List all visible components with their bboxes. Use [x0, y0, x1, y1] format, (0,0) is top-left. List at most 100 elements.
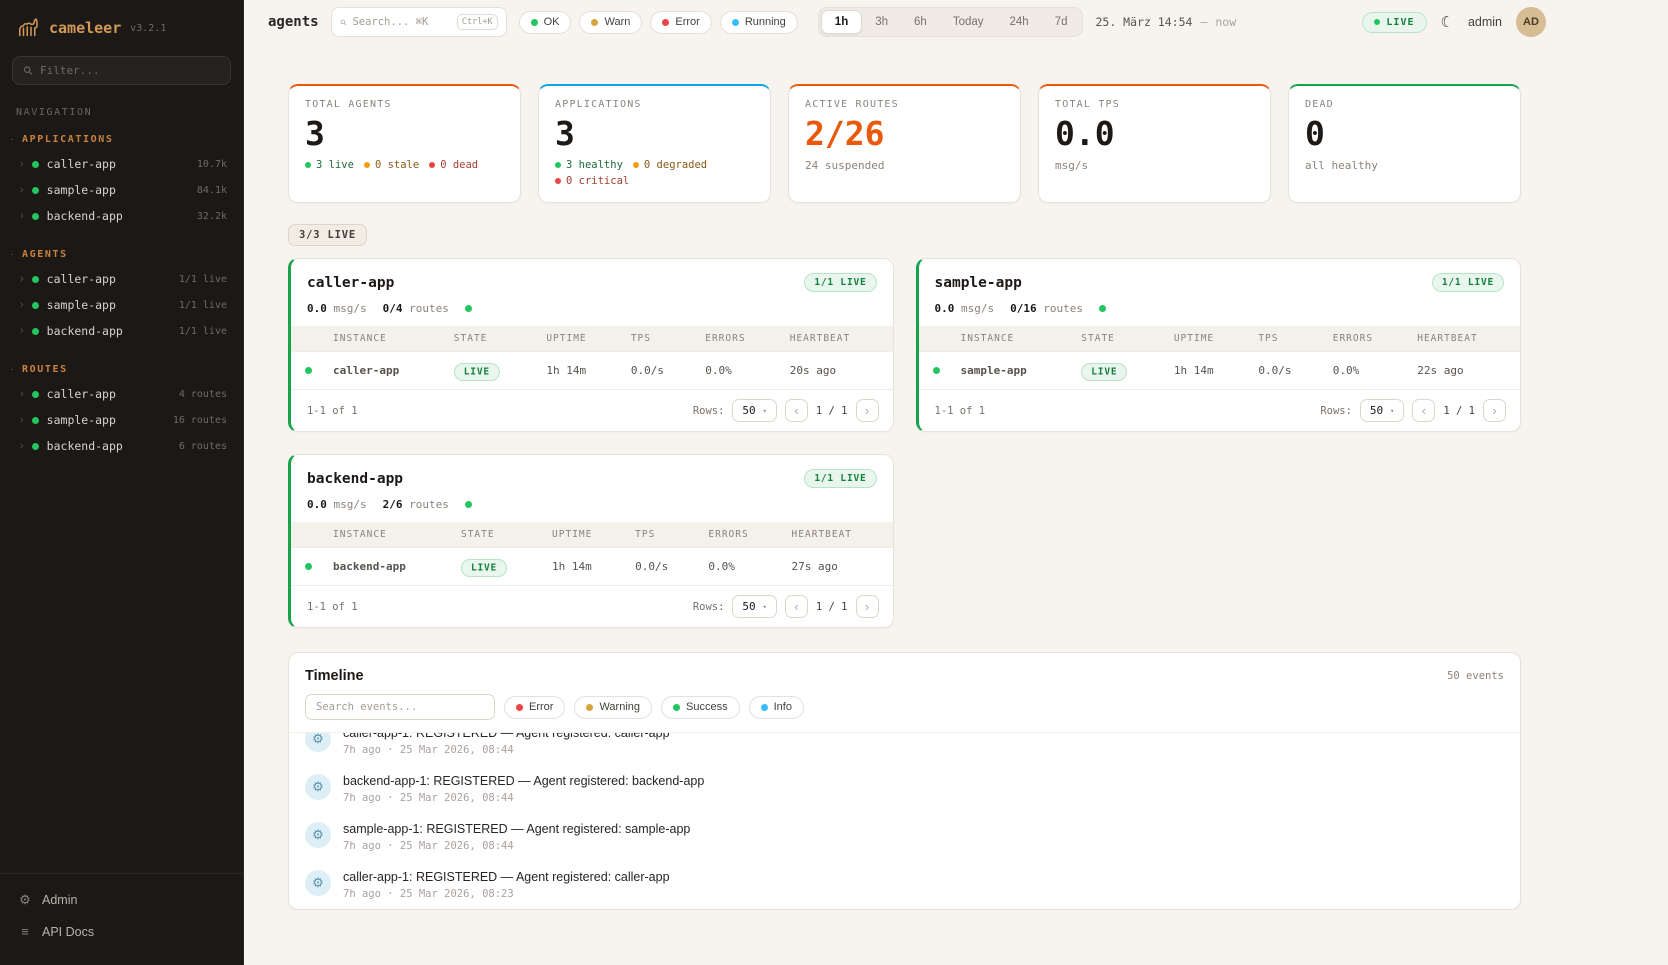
time-range-display: 25. März 14:54 — now	[1095, 15, 1236, 29]
range-end: now	[1215, 15, 1236, 29]
app-version: v3.2.1	[130, 23, 166, 34]
sidebar-item-agents-sample-app[interactable]: › sample-app 1/1 live	[0, 292, 243, 318]
filter-chip-running[interactable]: Running	[720, 11, 798, 34]
sidebar-item-routes-backend-app[interactable]: › backend-app 6 routes	[0, 433, 243, 459]
global-search-input[interactable]	[352, 16, 450, 28]
section-header-agents[interactable]: · AGENTS	[0, 245, 243, 266]
stat-card-total-tps: TOTAL TPS 0.0 msg/s	[1038, 84, 1271, 203]
section-header-applications[interactable]: · APPLICATIONS	[0, 130, 243, 151]
rows-per-page-select[interactable]: 50 ▾	[732, 399, 776, 422]
time-range-6h[interactable]: 6h	[901, 11, 940, 33]
search-icon	[23, 65, 33, 76]
tps-value: 0.0	[307, 302, 327, 315]
sidebar-filter-input[interactable]	[40, 64, 220, 77]
event-title: sample-app-1: REGISTERED — Agent registe…	[343, 822, 690, 836]
app-live-badge: 1/1 LIVE	[804, 469, 876, 488]
rows-per-page-label: Rows:	[1320, 405, 1352, 417]
status-dot	[555, 178, 561, 184]
rows-range-text: 1-1 of 1	[935, 405, 986, 417]
next-page-button[interactable]: ›	[856, 595, 879, 618]
stat-card-active-routes: ACTIVE ROUTES 2/26 24 suspended	[788, 84, 1021, 203]
timeline-filter-warning[interactable]: Warning	[574, 696, 652, 719]
global-search[interactable]: Ctrl+K	[331, 7, 507, 37]
stat-value: 3	[305, 117, 504, 150]
state-badge: LIVE	[1081, 363, 1127, 381]
uptime-cell: 1h 14m	[536, 352, 621, 390]
app-card-title[interactable]: caller-app	[307, 275, 394, 291]
tps-cell: 0.0/s	[1248, 352, 1322, 390]
timeline-event[interactable]: ⚙ sample-app-1: REGISTERED — Agent regis…	[305, 813, 1504, 861]
sidebar-item-applications-sample-app[interactable]: › sample-app 84.1k	[0, 177, 243, 203]
prev-page-button[interactable]: ‹	[785, 399, 808, 422]
timeline-filter-success[interactable]: Success	[661, 696, 740, 719]
prev-page-button[interactable]: ‹	[785, 595, 808, 618]
app-live-badge: 1/1 LIVE	[804, 273, 876, 292]
timeline-event[interactable]: ⚙ backend-app-1: REGISTERED — Agent regi…	[305, 765, 1504, 813]
rows-per-page-label: Rows:	[693, 601, 725, 613]
status-dot	[591, 19, 598, 26]
time-range-today[interactable]: Today	[940, 11, 997, 33]
instance-row[interactable]: caller-app LIVE 1h 14m 0.0/s 0.0% 20s ag…	[291, 352, 893, 390]
app-card-title[interactable]: backend-app	[307, 471, 403, 487]
rows-per-page-select[interactable]: 50 ▾	[732, 595, 776, 618]
routes-unit: routes	[409, 498, 449, 511]
sidebar-item-applications-caller-app[interactable]: › caller-app 10.7k	[0, 151, 243, 177]
time-range-1h[interactable]: 1h	[821, 10, 862, 34]
rows-per-page-value: 50	[742, 600, 755, 613]
filter-chip-warn[interactable]: Warn	[579, 11, 642, 34]
sidebar-section-applications: · APPLICATIONS › caller-app 10.7k › samp…	[0, 130, 243, 229]
time-range-7d[interactable]: 7d	[1042, 11, 1081, 33]
sidebar-item-admin[interactable]: ⚙ Admin	[0, 884, 243, 916]
filter-chip-label: Warning	[599, 701, 640, 713]
avatar[interactable]: AD	[1516, 7, 1546, 37]
sidebar-item-applications-backend-app[interactable]: › backend-app 32.2k	[0, 203, 243, 229]
timeline-events-list[interactable]: ⚙ caller-app-1: REGISTERED — Agent regis…	[289, 732, 1520, 909]
routes-unit: routes	[1043, 302, 1083, 315]
sidebar-item-label: backend-app	[47, 209, 189, 223]
health-dot	[1099, 305, 1106, 312]
instances-table: INSTANCE STATE UPTIME TPS ERRORS HEARTBE…	[919, 326, 1521, 389]
sidebar-item-badge: 4 routes	[179, 389, 227, 400]
column-header: INSTANCE	[323, 522, 451, 548]
status-dot	[555, 162, 561, 168]
sidebar-filter[interactable]	[12, 56, 231, 85]
sidebar-item-label: sample-app	[47, 413, 165, 427]
timeline-filter-info[interactable]: Info	[749, 696, 804, 719]
chevron-right-icon: ›	[20, 274, 24, 285]
sidebar-item-api-docs[interactable]: ≡ API Docs	[0, 916, 243, 947]
sidebar-item-label: sample-app	[47, 183, 189, 197]
dark-mode-toggle[interactable]: ☾	[1441, 15, 1454, 30]
instance-row[interactable]: backend-app LIVE 1h 14m 0.0/s 0.0% 27s a…	[291, 548, 893, 586]
sidebar-item-routes-sample-app[interactable]: › sample-app 16 routes	[0, 407, 243, 433]
rows-per-page-select[interactable]: 50 ▾	[1360, 399, 1404, 422]
sidebar-item-label: caller-app	[47, 272, 171, 286]
sidebar-item-agents-caller-app[interactable]: › caller-app 1/1 live	[0, 266, 243, 292]
timeline-event[interactable]: ⚙ caller-app-1: REGISTERED — Agent regis…	[305, 861, 1504, 909]
next-page-button[interactable]: ›	[1483, 399, 1506, 422]
next-page-button[interactable]: ›	[856, 399, 879, 422]
filter-chip-error[interactable]: Error	[650, 11, 711, 34]
timeline-filter-error[interactable]: Error	[504, 696, 565, 719]
username: admin	[1468, 15, 1502, 29]
app-card-stats: 0.0 msg/s 0/16 routes	[919, 298, 1521, 326]
status-dot	[32, 161, 39, 168]
tps-cell: 0.0/s	[621, 352, 695, 390]
app-card-caller-app: caller-app 1/1 LIVE 0.0 msg/s 0/4 routes…	[288, 258, 894, 432]
time-range-24h[interactable]: 24h	[997, 11, 1042, 33]
timeline-search-input[interactable]	[305, 694, 495, 720]
prev-page-button[interactable]: ‹	[1412, 399, 1435, 422]
instance-row[interactable]: sample-app LIVE 1h 14m 0.0/s 0.0% 22s ag…	[919, 352, 1521, 390]
timeline-event[interactable]: ⚙ caller-app-1: REGISTERED — Agent regis…	[305, 732, 1504, 765]
live-summary-badge: 3/3 LIVE	[288, 224, 367, 246]
status-dot	[761, 704, 768, 711]
column-header: UPTIME	[542, 522, 625, 548]
sidebar-item-routes-caller-app[interactable]: › caller-app 4 routes	[0, 381, 243, 407]
filter-chip-label: OK	[544, 16, 560, 28]
filter-chip-ok[interactable]: OK	[519, 11, 572, 34]
time-range-3h[interactable]: 3h	[862, 11, 901, 33]
tps-value: 0.0	[307, 498, 327, 511]
event-title: backend-app-1: REGISTERED — Agent regist…	[343, 774, 704, 788]
sidebar-item-agents-backend-app[interactable]: › backend-app 1/1 live	[0, 318, 243, 344]
section-header-routes[interactable]: · ROUTES	[0, 360, 243, 381]
app-card-title[interactable]: sample-app	[935, 275, 1022, 291]
